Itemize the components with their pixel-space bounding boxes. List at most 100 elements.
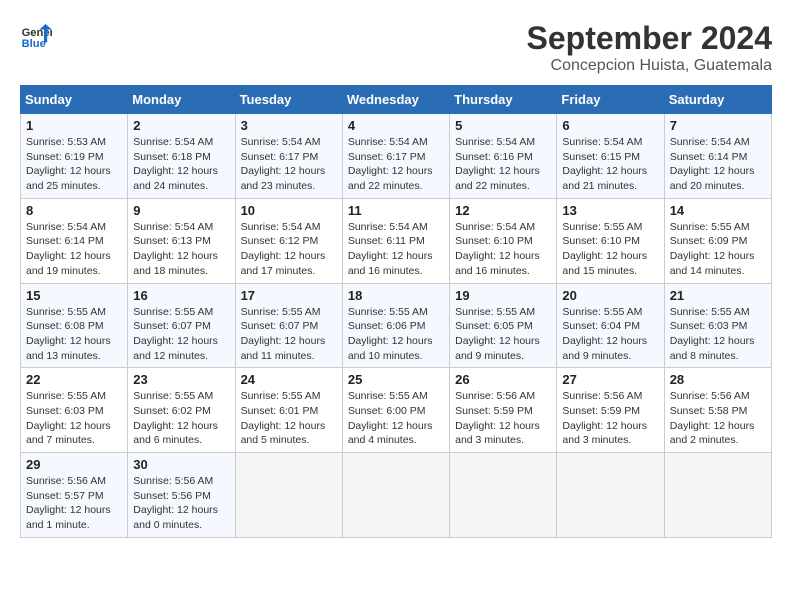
day-number: 20 [562, 288, 658, 303]
day-info: Sunrise: 5:54 AMSunset: 6:14 PMDaylight:… [26, 221, 111, 277]
table-row: 30 Sunrise: 5:56 AMSunset: 5:56 PMDaylig… [128, 453, 235, 538]
day-number: 9 [133, 203, 229, 218]
day-info: Sunrise: 5:55 AMSunset: 6:04 PMDaylight:… [562, 306, 647, 362]
month-title: September 2024 [527, 20, 772, 57]
day-number: 30 [133, 457, 229, 472]
table-row: 24 Sunrise: 5:55 AMSunset: 6:01 PMDaylig… [235, 368, 342, 453]
table-row [664, 453, 771, 538]
table-row: 28 Sunrise: 5:56 AMSunset: 5:58 PMDaylig… [664, 368, 771, 453]
day-number: 24 [241, 372, 337, 387]
page-header: General Blue September 2024 Concepcion H… [20, 20, 772, 75]
day-info: Sunrise: 5:55 AMSunset: 6:08 PMDaylight:… [26, 306, 111, 362]
logo: General Blue [20, 20, 52, 52]
calendar-week-row: 8 Sunrise: 5:54 AMSunset: 6:14 PMDayligh… [21, 198, 772, 283]
col-friday: Friday [557, 86, 664, 114]
day-info: Sunrise: 5:55 AMSunset: 6:09 PMDaylight:… [670, 221, 755, 277]
day-number: 6 [562, 118, 658, 133]
table-row: 20 Sunrise: 5:55 AMSunset: 6:04 PMDaylig… [557, 283, 664, 368]
day-number: 25 [348, 372, 444, 387]
day-info: Sunrise: 5:55 AMSunset: 6:02 PMDaylight:… [133, 390, 218, 446]
calendar-table: Sunday Monday Tuesday Wednesday Thursday… [20, 85, 772, 538]
day-info: Sunrise: 5:56 AMSunset: 5:59 PMDaylight:… [562, 390, 647, 446]
day-number: 7 [670, 118, 766, 133]
table-row: 8 Sunrise: 5:54 AMSunset: 6:14 PMDayligh… [21, 198, 128, 283]
day-number: 8 [26, 203, 122, 218]
day-info: Sunrise: 5:54 AMSunset: 6:18 PMDaylight:… [133, 136, 218, 192]
table-row: 26 Sunrise: 5:56 AMSunset: 5:59 PMDaylig… [450, 368, 557, 453]
day-info: Sunrise: 5:55 AMSunset: 6:00 PMDaylight:… [348, 390, 433, 446]
day-number: 27 [562, 372, 658, 387]
day-number: 15 [26, 288, 122, 303]
col-tuesday: Tuesday [235, 86, 342, 114]
day-info: Sunrise: 5:55 AMSunset: 6:01 PMDaylight:… [241, 390, 326, 446]
table-row: 12 Sunrise: 5:54 AMSunset: 6:10 PMDaylig… [450, 198, 557, 283]
col-wednesday: Wednesday [342, 86, 449, 114]
table-row: 22 Sunrise: 5:55 AMSunset: 6:03 PMDaylig… [21, 368, 128, 453]
day-info: Sunrise: 5:54 AMSunset: 6:10 PMDaylight:… [455, 221, 540, 277]
day-number: 18 [348, 288, 444, 303]
col-thursday: Thursday [450, 86, 557, 114]
day-number: 14 [670, 203, 766, 218]
table-row [342, 453, 449, 538]
day-number: 26 [455, 372, 551, 387]
day-number: 17 [241, 288, 337, 303]
table-row: 1 Sunrise: 5:53 AMSunset: 6:19 PMDayligh… [21, 114, 128, 199]
day-number: 5 [455, 118, 551, 133]
table-row: 21 Sunrise: 5:55 AMSunset: 6:03 PMDaylig… [664, 283, 771, 368]
calendar-week-row: 1 Sunrise: 5:53 AMSunset: 6:19 PMDayligh… [21, 114, 772, 199]
table-row: 11 Sunrise: 5:54 AMSunset: 6:11 PMDaylig… [342, 198, 449, 283]
table-row: 29 Sunrise: 5:56 AMSunset: 5:57 PMDaylig… [21, 453, 128, 538]
table-row: 3 Sunrise: 5:54 AMSunset: 6:17 PMDayligh… [235, 114, 342, 199]
day-number: 16 [133, 288, 229, 303]
table-row: 13 Sunrise: 5:55 AMSunset: 6:10 PMDaylig… [557, 198, 664, 283]
day-info: Sunrise: 5:55 AMSunset: 6:07 PMDaylight:… [133, 306, 218, 362]
table-row: 14 Sunrise: 5:55 AMSunset: 6:09 PMDaylig… [664, 198, 771, 283]
col-sunday: Sunday [21, 86, 128, 114]
day-number: 1 [26, 118, 122, 133]
day-info: Sunrise: 5:54 AMSunset: 6:16 PMDaylight:… [455, 136, 540, 192]
day-info: Sunrise: 5:53 AMSunset: 6:19 PMDaylight:… [26, 136, 111, 192]
calendar-week-row: 22 Sunrise: 5:55 AMSunset: 6:03 PMDaylig… [21, 368, 772, 453]
day-info: Sunrise: 5:54 AMSunset: 6:14 PMDaylight:… [670, 136, 755, 192]
title-block: September 2024 Concepcion Huista, Guatem… [527, 20, 772, 75]
table-row: 17 Sunrise: 5:55 AMSunset: 6:07 PMDaylig… [235, 283, 342, 368]
table-row [450, 453, 557, 538]
day-info: Sunrise: 5:55 AMSunset: 6:03 PMDaylight:… [26, 390, 111, 446]
table-row: 7 Sunrise: 5:54 AMSunset: 6:14 PMDayligh… [664, 114, 771, 199]
day-info: Sunrise: 5:54 AMSunset: 6:17 PMDaylight:… [348, 136, 433, 192]
day-info: Sunrise: 5:54 AMSunset: 6:13 PMDaylight:… [133, 221, 218, 277]
calendar-week-row: 15 Sunrise: 5:55 AMSunset: 6:08 PMDaylig… [21, 283, 772, 368]
day-info: Sunrise: 5:56 AMSunset: 5:57 PMDaylight:… [26, 475, 111, 531]
table-row [557, 453, 664, 538]
table-row: 18 Sunrise: 5:55 AMSunset: 6:06 PMDaylig… [342, 283, 449, 368]
col-saturday: Saturday [664, 86, 771, 114]
day-number: 4 [348, 118, 444, 133]
day-info: Sunrise: 5:55 AMSunset: 6:06 PMDaylight:… [348, 306, 433, 362]
table-row: 10 Sunrise: 5:54 AMSunset: 6:12 PMDaylig… [235, 198, 342, 283]
day-number: 23 [133, 372, 229, 387]
day-info: Sunrise: 5:55 AMSunset: 6:07 PMDaylight:… [241, 306, 326, 362]
day-info: Sunrise: 5:56 AMSunset: 5:59 PMDaylight:… [455, 390, 540, 446]
table-row [235, 453, 342, 538]
day-info: Sunrise: 5:54 AMSunset: 6:12 PMDaylight:… [241, 221, 326, 277]
day-info: Sunrise: 5:55 AMSunset: 6:10 PMDaylight:… [562, 221, 647, 277]
location: Concepcion Huista, Guatemala [527, 57, 772, 75]
table-row: 19 Sunrise: 5:55 AMSunset: 6:05 PMDaylig… [450, 283, 557, 368]
day-number: 28 [670, 372, 766, 387]
table-row: 2 Sunrise: 5:54 AMSunset: 6:18 PMDayligh… [128, 114, 235, 199]
col-monday: Monday [128, 86, 235, 114]
table-row: 4 Sunrise: 5:54 AMSunset: 6:17 PMDayligh… [342, 114, 449, 199]
day-info: Sunrise: 5:55 AMSunset: 6:05 PMDaylight:… [455, 306, 540, 362]
day-info: Sunrise: 5:56 AMSunset: 5:56 PMDaylight:… [133, 475, 218, 531]
day-number: 13 [562, 203, 658, 218]
day-number: 22 [26, 372, 122, 387]
day-number: 10 [241, 203, 337, 218]
table-row: 16 Sunrise: 5:55 AMSunset: 6:07 PMDaylig… [128, 283, 235, 368]
table-row: 9 Sunrise: 5:54 AMSunset: 6:13 PMDayligh… [128, 198, 235, 283]
day-info: Sunrise: 5:56 AMSunset: 5:58 PMDaylight:… [670, 390, 755, 446]
day-number: 19 [455, 288, 551, 303]
day-info: Sunrise: 5:54 AMSunset: 6:11 PMDaylight:… [348, 221, 433, 277]
logo-icon: General Blue [20, 20, 52, 52]
calendar-week-row: 29 Sunrise: 5:56 AMSunset: 5:57 PMDaylig… [21, 453, 772, 538]
calendar-header-row: Sunday Monday Tuesday Wednesday Thursday… [21, 86, 772, 114]
